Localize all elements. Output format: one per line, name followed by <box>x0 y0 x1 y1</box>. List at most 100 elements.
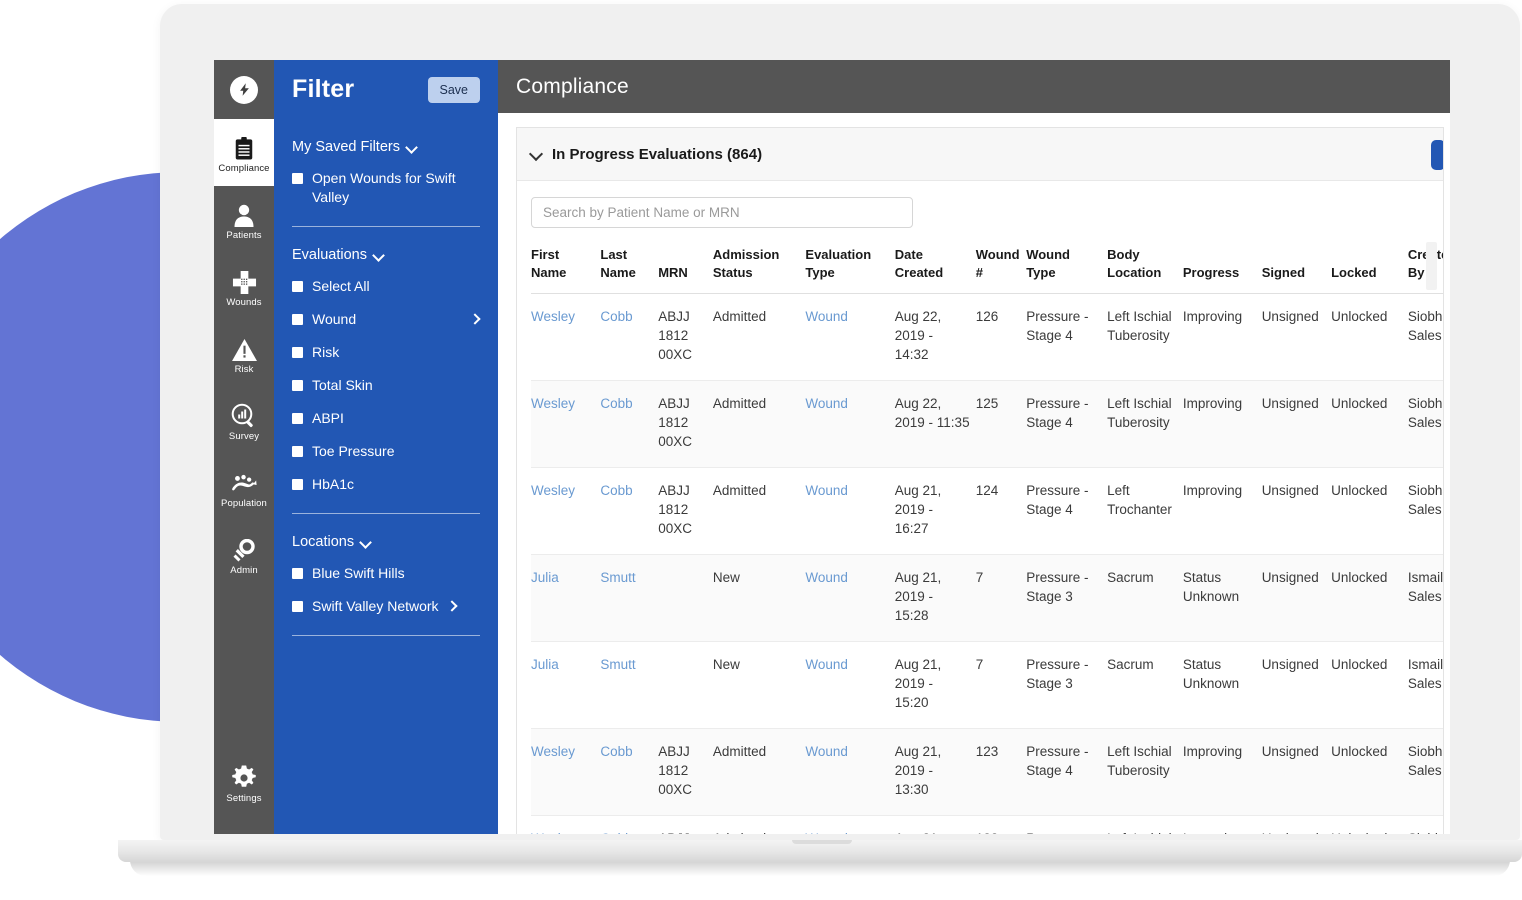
checkbox[interactable] <box>292 380 303 391</box>
checkbox[interactable] <box>292 568 303 579</box>
filter-section-evaluations[interactable]: Evaluations <box>292 247 480 263</box>
sidebar-item-label: Survey <box>228 431 260 442</box>
chevron-right-icon[interactable] <box>448 601 457 611</box>
cell-progress: Improving <box>1183 816 1262 834</box>
column-header-locked[interactable]: Locked <box>1331 246 1408 294</box>
filter-section-my-saved-filters[interactable]: My Saved Filters <box>292 139 480 155</box>
checkbox[interactable] <box>292 314 303 325</box>
search-area <box>517 181 1443 228</box>
filter-option-label: ABPI <box>312 410 344 426</box>
filter-option-swift-valley-network[interactable]: Swift Valley Network <box>292 597 480 616</box>
checkbox[interactable] <box>292 479 303 490</box>
cell-locked: Unlocked <box>1331 816 1408 834</box>
table-row[interactable]: WesleyCobbABJJ 1812 00XCAdmittedWoundAug… <box>531 380 1443 468</box>
cell-evaluation-type[interactable]: Wound <box>805 816 894 834</box>
column-header-body-location[interactable]: Body Location <box>1107 246 1183 294</box>
table-body: Wesley Cobb ABJJ 1812 00XC Admitted Wound Aug… <box>531 294 1443 834</box>
laptop-base <box>118 840 1522 862</box>
chevron-right-icon[interactable] <box>471 314 480 324</box>
chevron-down-icon[interactable] <box>531 148 543 160</box>
checkbox[interactable] <box>292 281 303 292</box>
cell-first-name[interactable]: Julia <box>531 642 600 729</box>
cell-last-name[interactable]: Cobb <box>600 381 658 468</box>
cell-evaluation-type[interactable]: Wound <box>805 555 894 642</box>
column-header-progress[interactable]: Progress <box>1183 246 1262 294</box>
cell-first-name[interactable]: Wesley <box>531 294 600 381</box>
column-header-admission-status[interactable]: Admission Status <box>713 246 806 294</box>
column-header-date-created[interactable]: Date Created <box>895 246 976 294</box>
app-logo[interactable] <box>214 60 274 119</box>
checkbox[interactable] <box>292 347 303 358</box>
table-row[interactable]: WesleyCobbABJJ 1812 00XCAdmittedWoundAug… <box>531 816 1443 834</box>
cell-first-name[interactable]: Julia <box>531 555 600 642</box>
sidebar-item-compliance[interactable]: Compliance <box>214 119 274 186</box>
panel-action-button[interactable] <box>1431 140 1443 170</box>
checkbox[interactable] <box>292 601 303 612</box>
filter-option-abpi[interactable]: ABPI <box>292 409 480 428</box>
filter-option-open-wounds-for-swift-valley[interactable]: Open Wounds for Swift Valley <box>292 169 480 207</box>
checkbox[interactable] <box>292 173 303 184</box>
column-header-first-name[interactable]: First Name <box>531 246 600 294</box>
filter-option-wound[interactable]: Wound <box>292 310 480 329</box>
cell-body-location: Left Ischial Tuberosity <box>1107 309 1172 343</box>
cell-last-name[interactable]: Smutt <box>600 555 658 642</box>
cell-mrn <box>658 642 713 729</box>
cell-first-name[interactable]: Wesley <box>531 816 600 834</box>
cell-body-location: Left Trochanter <box>1107 483 1172 517</box>
column-header-wound-number[interactable]: Wound # <box>976 246 1026 294</box>
cell-last-name[interactable]: Cobb <box>600 294 658 381</box>
filter-option-label: Open Wounds for Swift Valley <box>312 170 456 205</box>
filter-header: Filter Save <box>292 60 480 119</box>
gear-icon <box>231 761 257 791</box>
evaluations-panel-header[interactable]: In Progress Evaluations (864) <box>517 128 1443 181</box>
cell-first-name[interactable]: Wesley <box>531 468 600 555</box>
sidebar-item-risk[interactable]: Risk <box>214 320 274 387</box>
sidebar-item-population[interactable]: Population <box>214 454 274 521</box>
save-filter-button[interactable]: Save <box>427 76 480 103</box>
column-header-wound-type[interactable]: Wound Type <box>1026 246 1107 294</box>
sidebar-item-admin[interactable]: Admin <box>214 521 274 588</box>
sidebar-item-wounds[interactable]: Wounds <box>214 253 274 320</box>
filter-option-hba1c[interactable]: HbA1c <box>292 475 480 494</box>
checkbox[interactable] <box>292 413 303 424</box>
table-row[interactable]: WesleyCobbABJJ 1812 00XCAdmittedWoundAug… <box>531 294 1443 381</box>
filter-option-total-skin[interactable]: Total Skin <box>292 376 480 395</box>
cell-evaluation-type[interactable]: Wound <box>805 381 894 468</box>
filter-option-label: Risk <box>312 344 340 360</box>
column-header-last-name[interactable]: Last Name <box>600 246 658 294</box>
filter-divider <box>292 513 480 514</box>
sidebar-item-settings[interactable]: Settings <box>214 749 274 816</box>
cell-evaluation-type[interactable]: Wound <box>805 294 894 381</box>
cell-locked: Unlocked <box>1331 744 1388 759</box>
sidebar-item-survey[interactable]: Survey <box>214 387 274 454</box>
cell-last-name[interactable]: Cobb <box>600 816 658 834</box>
cell-first-name[interactable]: Wesley <box>531 381 600 468</box>
column-header-signed[interactable]: Signed <box>1262 246 1331 294</box>
column-header-evaluation-type[interactable]: Evaluation Type <box>805 246 894 294</box>
cell-last-name[interactable]: Smutt <box>600 642 658 729</box>
filter-option-select-all[interactable]: Select All <box>292 277 480 296</box>
sidebar-item-label: Admin <box>230 565 258 576</box>
table-row[interactable]: WesleyCobbABJJ 1812 00XCAdmittedWoundAug… <box>531 468 1443 555</box>
filter-option-toe-pressure[interactable]: Toe Pressure <box>292 442 480 461</box>
cell-last-name[interactable]: Cobb <box>600 729 658 816</box>
search-input[interactable] <box>531 197 913 228</box>
table-row[interactable]: Julia Smutt New Wound Aug 21, 2019 - 15:20 7 P… <box>531 642 1443 729</box>
cell-wound-number: 125 <box>975 396 999 411</box>
cell-last-name[interactable]: Cobb <box>600 468 658 555</box>
column-header-mrn[interactable]: MRN <box>658 246 713 294</box>
table-row[interactable]: Julia Smutt New Wound Aug 21, 2019 - 15:28 7 P… <box>531 554 1443 642</box>
filter-section-locations[interactable]: Locations <box>292 534 480 550</box>
sidebar-item-patients[interactable]: Patients <box>214 186 274 253</box>
cell-evaluation-type[interactable]: Wound <box>805 729 894 816</box>
filter-option-blue-swift-hills[interactable]: Blue Swift Hills <box>292 564 480 583</box>
cell-first-name[interactable]: Wesley <box>531 729 600 816</box>
cell-evaluation-type[interactable]: Wound <box>805 642 894 729</box>
cell-admission-status: Admitted <box>712 744 767 759</box>
filter-option-risk[interactable]: Risk <box>292 343 480 362</box>
table-row[interactable]: WesleyCobbABJJ 1812 00XCAdmittedWoundAug… <box>531 728 1443 816</box>
cell-evaluation-type[interactable]: Wound <box>805 468 894 555</box>
checkbox[interactable] <box>292 446 303 457</box>
vertical-scrollbar[interactable] <box>1426 242 1437 290</box>
population-growth-icon <box>230 466 258 496</box>
